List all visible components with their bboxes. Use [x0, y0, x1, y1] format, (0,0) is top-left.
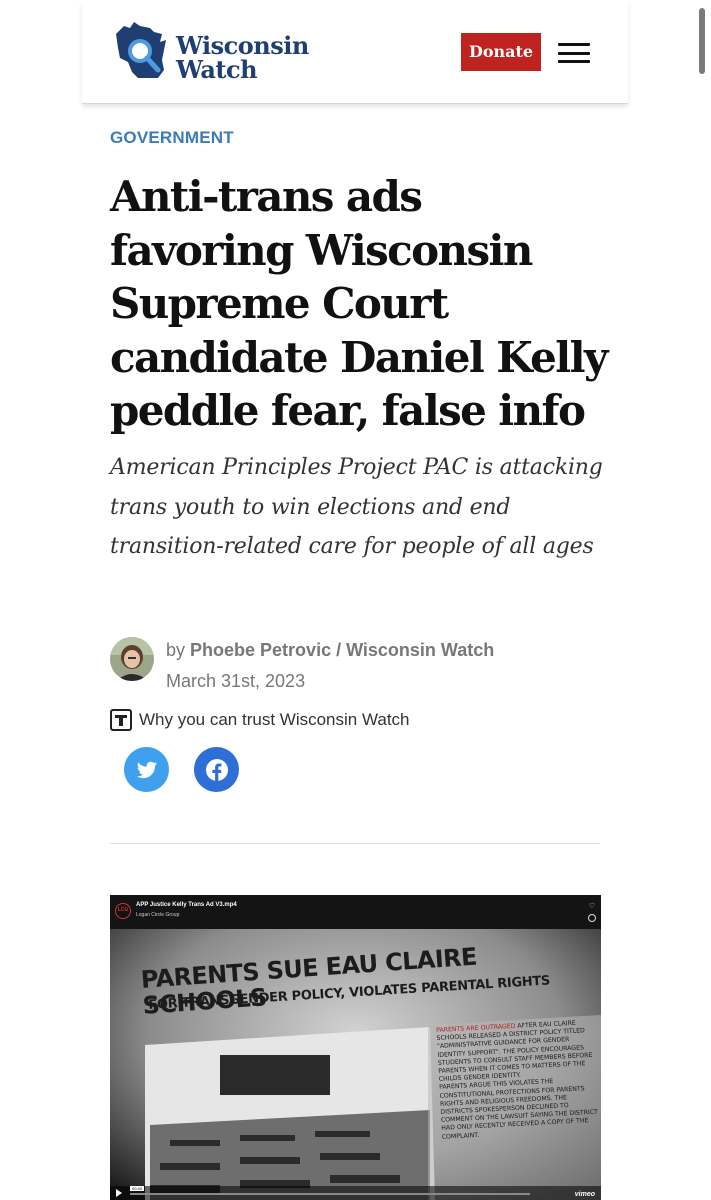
trust-link-label: Why you can trust Wisconsin Watch: [139, 710, 410, 729]
byline-prefix: by: [166, 640, 186, 660]
twitter-share-button[interactable]: [124, 747, 169, 792]
facebook-icon: [205, 758, 228, 781]
video-file-title[interactable]: APP Justice Kelly Trans Ad V3.mp4: [136, 902, 237, 908]
vimeo-logo[interactable]: vimeo: [575, 1191, 595, 1198]
wisconsin-map-magnifier-icon: [116, 22, 166, 78]
twitter-icon: [136, 761, 157, 778]
play-icon[interactable]: [116, 1189, 122, 1197]
article-subheadline: American Principles Project PAC is attac…: [110, 455, 603, 559]
embedded-video-player[interactable]: LCG APP Justice Kelly Trans Ad V3.mp4 Lo…: [110, 895, 601, 1200]
ad-body-paragraph-2: PARENTS ARGUE THIS VIOLATES THE CONSTITU…: [439, 1078, 599, 1141]
trust-t-icon: [110, 709, 132, 731]
byline: by Phoebe Petrovic / Wisconsin Watch: [166, 640, 494, 661]
hamburger-menu-icon[interactable]: [558, 41, 590, 65]
logo-wordmark: Wisconsin Watch: [176, 34, 309, 82]
video-title-bar: LCG APP Justice Kelly Trans Ad V3.mp4 Lo…: [110, 895, 601, 927]
section-divider: [110, 843, 600, 844]
article-category-link[interactable]: GOVERNMENT: [110, 128, 234, 148]
page-scrollbar[interactable]: [699, 8, 705, 74]
video-progress-bar[interactable]: [130, 1193, 530, 1195]
author-photo: [110, 637, 154, 681]
donate-button[interactable]: Donate: [461, 33, 541, 71]
like-heart-icon[interactable]: ♡: [589, 902, 595, 910]
ad-body-text: PARENTS ARE OUTRAGED AFTER EAU CLAIRE SC…: [436, 1019, 601, 1142]
video-controls: 00:40 vimeo: [110, 1186, 601, 1200]
author-avatar[interactable]: [110, 637, 154, 681]
watch-later-clock-icon[interactable]: [588, 914, 596, 922]
channel-badge[interactable]: LCG: [115, 903, 131, 919]
author-link[interactable]: Phoebe Petrovic / Wisconsin Watch: [190, 640, 494, 660]
facebook-share-button[interactable]: [194, 747, 239, 792]
publish-date: March 31st, 2023: [166, 671, 306, 691]
logo-line-2: Watch: [176, 55, 258, 84]
site-header: Wisconsin Watch Donate: [82, 0, 628, 104]
trust-link[interactable]: Why you can trust Wisconsin Watch: [110, 708, 410, 732]
wisconsin-watch-logo[interactable]: Wisconsin Watch: [110, 18, 310, 86]
video-time-label: 00:40: [130, 1186, 145, 1191]
video-channel-name[interactable]: Logan Circle Group: [136, 912, 179, 918]
article-headline: Anti-trans ads favoring Wisconsin Suprem…: [110, 172, 608, 435]
